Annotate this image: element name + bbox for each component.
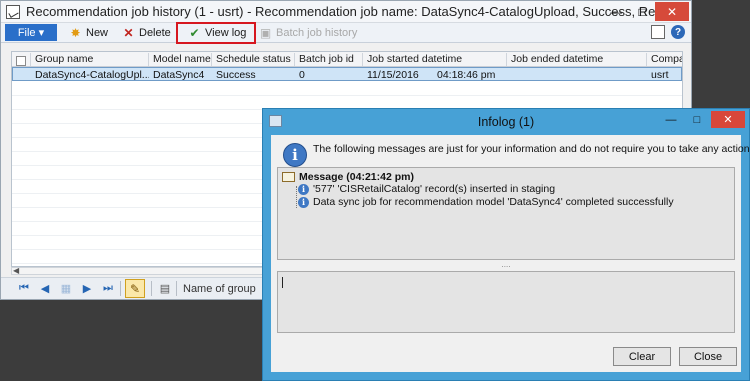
infolog-body: i The following messages are just for yo… xyxy=(271,135,750,372)
envelope-icon xyxy=(282,172,295,182)
delete-button[interactable]: ✕ Delete xyxy=(122,25,171,41)
new-label: New xyxy=(86,27,109,39)
view-log-highlight-box xyxy=(176,22,256,44)
file-menu-button[interactable]: File ▾ xyxy=(5,24,57,41)
nav-divider xyxy=(151,281,152,296)
delete-label: Delete xyxy=(139,27,171,39)
tree-connector xyxy=(296,186,297,208)
column-header-company[interactable]: Compa xyxy=(646,53,682,66)
column-header-schedule-status[interactable]: Schedule status xyxy=(211,53,294,66)
column-header-batch-job-id[interactable]: Batch job id xyxy=(294,53,362,66)
last-record-icon[interactable]: ⏭ xyxy=(101,281,115,295)
text-caret xyxy=(282,277,283,288)
clear-button[interactable]: Clear xyxy=(613,347,671,366)
ribbon-right-tools: ? xyxy=(651,25,685,39)
maximize-button[interactable]: □ xyxy=(629,2,655,21)
close-dialog-button[interactable]: Close xyxy=(679,347,737,366)
message-tree[interactable]: Message (04:21:42 pm) i '577' 'CISRetail… xyxy=(277,167,735,260)
info-icon: i xyxy=(283,143,307,167)
message-group-node[interactable]: Message (04:21:42 pm) xyxy=(282,171,414,183)
infolog-dialog: Infolog (1) — □ ✕ i The following messag… xyxy=(262,108,750,381)
layout-icon[interactable] xyxy=(651,25,665,39)
window-title: Recommendation job history (1 - usrt) - … xyxy=(26,4,673,19)
help-icon[interactable]: ? xyxy=(671,25,685,39)
message-text: Data sync job for recommendation model '… xyxy=(313,196,674,208)
table-row[interactable]: DataSync4-CatalogUpl... DataSync4 Succes… xyxy=(12,67,682,81)
empty-row xyxy=(12,82,682,96)
select-all-checkbox[interactable] xyxy=(16,56,26,66)
panel-splitter[interactable]: .... xyxy=(277,261,735,269)
column-header-job-started[interactable]: Job started datetime xyxy=(362,53,506,66)
info-icon: i xyxy=(298,196,309,208)
message-detail-field[interactable] xyxy=(277,271,735,333)
infolog-close-button[interactable]: ✕ xyxy=(711,111,745,128)
chevron-down-icon: ▾ xyxy=(38,27,45,39)
infolog-maximize-button[interactable]: □ xyxy=(685,111,709,128)
column-header-model-name[interactable]: Model name xyxy=(148,53,211,66)
cell-schedule-status: Success xyxy=(216,69,256,81)
window-controls: — □ ✕ xyxy=(603,2,689,21)
action-pane: File ▾ ✸ New ✕ Delete ✔ View log ▣ Batch… xyxy=(1,23,691,43)
cell-company: usrt xyxy=(651,69,669,81)
new-button[interactable]: ✸ New xyxy=(69,25,108,41)
grid-header: Group name Model name Schedule status Ba… xyxy=(12,52,682,67)
message-item[interactable]: i Data sync job for recommendation model… xyxy=(298,196,674,208)
message-item[interactable]: i '577' 'CISRetailCatalog' record(s) ins… xyxy=(298,183,555,195)
infolog-title-bar: Infolog (1) — □ ✕ xyxy=(263,109,749,135)
minimize-button[interactable]: — xyxy=(603,2,629,21)
new-star-icon: ✸ xyxy=(70,26,81,40)
delete-x-icon: ✕ xyxy=(123,26,134,40)
infolog-window-controls: — □ ✕ xyxy=(659,111,745,128)
nav-divider xyxy=(176,281,177,296)
batch-history-icon: ▣ xyxy=(259,26,272,40)
cell-batch-job-id: 0 xyxy=(299,69,305,81)
cell-group-name: DataSync4-CatalogUpl... xyxy=(35,69,149,81)
batch-job-history-label: Batch job history xyxy=(276,27,358,39)
status-field-name-of-group: Name of group xyxy=(183,283,256,295)
attachment-icon[interactable]: ▤ xyxy=(158,281,172,295)
next-record-icon[interactable]: ▶ xyxy=(80,281,94,295)
cell-model-name: DataSync4 xyxy=(153,69,205,81)
cell-job-started-date: 11/15/2016 xyxy=(367,69,419,81)
infolog-minimize-button[interactable]: — xyxy=(659,111,683,128)
cell-job-started-time: 04:18:46 pm xyxy=(437,69,496,81)
batch-job-history-button[interactable]: ▣ Batch job history xyxy=(259,25,358,41)
close-button[interactable]: ✕ xyxy=(655,2,689,21)
record-list-icon[interactable]: ▦ xyxy=(59,281,73,295)
message-header: Message (04:21:42 pm) xyxy=(299,171,414,183)
title-bar: Recommendation job history (1 - usrt) - … xyxy=(1,1,691,23)
file-label: File xyxy=(17,26,36,39)
form-icon xyxy=(6,5,20,19)
column-header-job-ended[interactable]: Job ended datetime xyxy=(506,53,646,66)
nav-divider xyxy=(120,281,121,296)
edit-pencil-icon[interactable]: ✎ xyxy=(125,279,145,298)
infolog-intro-text: The following messages are just for your… xyxy=(313,143,750,155)
first-record-icon[interactable]: ⏮ xyxy=(17,281,31,295)
message-text: '577' 'CISRetailCatalog' record(s) inser… xyxy=(313,183,556,195)
info-icon: i xyxy=(298,183,309,195)
select-all-cell xyxy=(12,53,30,66)
column-header-group-name[interactable]: Group name xyxy=(30,53,148,66)
previous-record-icon[interactable]: ◀ xyxy=(38,281,52,295)
scroll-left-icon[interactable]: ◀ xyxy=(13,266,19,275)
